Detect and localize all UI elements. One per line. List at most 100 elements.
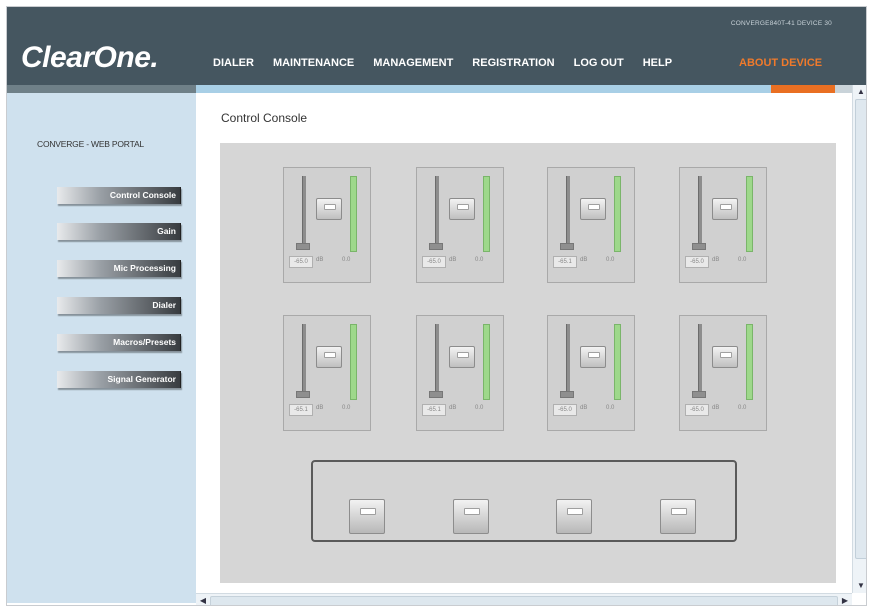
db-unit-label: dB bbox=[449, 405, 457, 411]
level-value-field[interactable]: -65.1 bbox=[553, 256, 577, 268]
mute-button[interactable] bbox=[316, 346, 342, 368]
portal-title: CONVERGE - WEB PORTAL bbox=[37, 139, 144, 149]
db-unit-label: dB bbox=[316, 257, 324, 263]
scroll-up-icon[interactable]: ▲ bbox=[853, 85, 866, 99]
meter-value-label: 0.0 bbox=[475, 405, 484, 411]
fader-handle[interactable] bbox=[429, 243, 443, 250]
fader-handle[interactable] bbox=[560, 391, 574, 398]
sidebar-button-control-console[interactable]: Control Console bbox=[57, 187, 181, 204]
sidebar-button-signal-generator[interactable]: Signal Generator bbox=[57, 371, 181, 388]
mute-button[interactable] bbox=[316, 198, 342, 220]
mute-button[interactable] bbox=[449, 198, 475, 220]
master-button-group bbox=[311, 460, 737, 542]
meter-value-label: 0.0 bbox=[475, 257, 484, 263]
mute-button[interactable] bbox=[712, 346, 738, 368]
level-meter bbox=[746, 324, 753, 400]
fader-track[interactable] bbox=[698, 324, 702, 396]
master-mute-button-1[interactable] bbox=[349, 499, 385, 534]
scroll-right-icon[interactable]: ▶ bbox=[838, 594, 852, 605]
meter-value-label: 0.0 bbox=[606, 257, 615, 263]
fader-handle[interactable] bbox=[429, 391, 443, 398]
channel-strip: -65.0 dB 0.0 bbox=[283, 167, 371, 283]
sidebar-button-macros-presets[interactable]: Macros/Presets bbox=[57, 334, 181, 351]
browser-frame: ClearOne. CONVERGE840T-41 DEVICE 30 DIAL… bbox=[6, 6, 867, 606]
db-unit-label: dB bbox=[712, 405, 720, 411]
meter-value-label: 0.0 bbox=[342, 257, 351, 263]
level-meter bbox=[483, 176, 490, 252]
level-meter bbox=[350, 324, 357, 400]
active-tab-indicator bbox=[771, 85, 835, 93]
meter-value-label: 0.0 bbox=[342, 405, 351, 411]
meter-value-label: 0.0 bbox=[738, 257, 747, 263]
channel-strip: -65.0 dB 0.0 bbox=[679, 167, 767, 283]
sidebar-button-mic-processing[interactable]: Mic Processing bbox=[57, 260, 181, 277]
level-value-field[interactable]: -65.0 bbox=[685, 256, 709, 268]
control-console-panel: -65.0 dB 0.0 -65.0 dB 0.0 -65.1 dB 0.0 -65.0 dB 0.0… bbox=[220, 143, 836, 583]
main-nav: DIALER MAINTENANCE MANAGEMENT REGISTRATI… bbox=[213, 57, 691, 69]
meter-value-label: 0.0 bbox=[606, 405, 615, 411]
master-mute-button-3[interactable] bbox=[556, 499, 592, 534]
sidebar-button-gain[interactable]: Gain bbox=[57, 223, 181, 240]
scroll-down-icon[interactable]: ▼ bbox=[853, 579, 866, 593]
db-unit-label: dB bbox=[712, 257, 720, 263]
mute-button[interactable] bbox=[712, 198, 738, 220]
level-value-field[interactable]: -65.0 bbox=[685, 404, 709, 416]
horizontal-scroll-thumb[interactable] bbox=[210, 596, 838, 605]
channel-strip: -65.0 dB 0.0 bbox=[679, 315, 767, 431]
level-meter bbox=[746, 176, 753, 252]
channel-strip: -65.1 dB 0.0 bbox=[416, 315, 504, 431]
fader-track[interactable] bbox=[566, 324, 570, 396]
level-value-field[interactable]: -65.0 bbox=[553, 404, 577, 416]
channel-strip: -65.1 dB 0.0 bbox=[283, 315, 371, 431]
fader-track[interactable] bbox=[698, 176, 702, 248]
master-mute-button-4[interactable] bbox=[660, 499, 696, 534]
page-title: Control Console bbox=[221, 111, 308, 125]
mute-button[interactable] bbox=[449, 346, 475, 368]
fader-handle[interactable] bbox=[560, 243, 574, 250]
channel-strip: -65.0 dB 0.0 bbox=[416, 167, 504, 283]
level-meter bbox=[350, 176, 357, 252]
db-unit-label: dB bbox=[580, 257, 588, 263]
vertical-scrollbar[interactable]: ▲ ▼ bbox=[852, 85, 866, 593]
device-id-label: CONVERGE840T-41 DEVICE 30 bbox=[730, 20, 832, 27]
nav-about-device[interactable]: ABOUT DEVICE bbox=[739, 57, 822, 69]
fader-track[interactable] bbox=[435, 176, 439, 248]
level-value-field[interactable]: -65.0 bbox=[289, 256, 313, 268]
vertical-scroll-thumb[interactable] bbox=[855, 99, 866, 559]
fader-track[interactable] bbox=[302, 324, 306, 396]
header-bar: ClearOne. CONVERGE840T-41 DEVICE 30 DIAL… bbox=[7, 7, 866, 85]
mute-button[interactable] bbox=[580, 346, 606, 368]
fader-track[interactable] bbox=[302, 176, 306, 248]
fader-handle[interactable] bbox=[692, 243, 706, 250]
nav-help[interactable]: HELP bbox=[643, 57, 672, 69]
scroll-left-icon[interactable]: ◀ bbox=[196, 594, 210, 605]
level-meter bbox=[483, 324, 490, 400]
level-value-field[interactable]: -65.1 bbox=[289, 404, 313, 416]
fader-track[interactable] bbox=[566, 176, 570, 248]
horizontal-scrollbar[interactable]: ◀ ▶ bbox=[196, 593, 852, 605]
nav-maintenance[interactable]: MAINTENANCE bbox=[273, 57, 354, 69]
level-meter bbox=[614, 176, 621, 252]
fader-handle[interactable] bbox=[692, 391, 706, 398]
nav-logout[interactable]: LOG OUT bbox=[574, 57, 624, 69]
level-value-field[interactable]: -65.1 bbox=[422, 404, 446, 416]
db-unit-label: dB bbox=[580, 405, 588, 411]
master-mute-button-2[interactable] bbox=[453, 499, 489, 534]
sidebar-button-dialer[interactable]: Dialer bbox=[57, 297, 181, 314]
db-unit-label: dB bbox=[449, 257, 457, 263]
fader-handle[interactable] bbox=[296, 243, 310, 250]
sub-header-strip-left bbox=[7, 85, 196, 93]
level-meter bbox=[614, 324, 621, 400]
mute-button[interactable] bbox=[580, 198, 606, 220]
nav-registration[interactable]: REGISTRATION bbox=[472, 57, 554, 69]
fader-handle[interactable] bbox=[296, 391, 310, 398]
db-unit-label: dB bbox=[316, 405, 324, 411]
nav-management[interactable]: MANAGEMENT bbox=[373, 57, 453, 69]
fader-track[interactable] bbox=[435, 324, 439, 396]
channel-strip: -65.1 dB 0.0 bbox=[547, 167, 635, 283]
meter-value-label: 0.0 bbox=[738, 405, 747, 411]
nav-dialer[interactable]: DIALER bbox=[213, 57, 254, 69]
sub-header-blue-bar bbox=[196, 85, 771, 93]
channel-strip: -65.0 dB 0.0 bbox=[547, 315, 635, 431]
level-value-field[interactable]: -65.0 bbox=[422, 256, 446, 268]
